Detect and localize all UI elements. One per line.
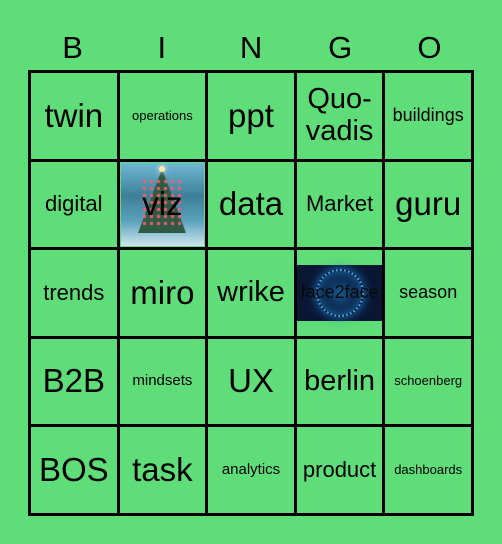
bingo-header: B I N G O [28, 28, 474, 68]
bingo-cell[interactable]: miro [119, 250, 206, 336]
cell-text: Quo-vadis [305, 82, 374, 147]
bingo-cell[interactable]: product [296, 427, 383, 513]
bingo-cell[interactable]: task [119, 427, 206, 513]
bingo-cell[interactable]: season [385, 250, 471, 336]
cell-text: product [302, 457, 377, 483]
cell-text: UX [228, 362, 274, 400]
cell-text: mindsets [132, 372, 193, 390]
cell-text: miro [130, 273, 195, 311]
cell-text: schoenberg [394, 373, 463, 389]
bingo-cell[interactable]: face2face [296, 250, 383, 336]
cell-text: analytics [221, 460, 281, 478]
bingo-cell[interactable]: schoenberg [385, 338, 471, 425]
bingo-card-grid: twin operations ppt Quo-vadis buildings digit… [28, 70, 474, 516]
bingo-cell[interactable]: trends [31, 250, 117, 336]
bingo-cell[interactable]: berlin [296, 338, 383, 425]
cell-text: buildings [392, 104, 464, 125]
bingo-cell[interactable]: data [208, 161, 294, 248]
cell-text: B2B [42, 362, 105, 400]
cell-text: season [399, 282, 458, 303]
cell-text: BOS [38, 451, 109, 489]
bingo-cell[interactable]: guru [385, 161, 471, 248]
cell-text: operations [132, 107, 193, 123]
cell-text: guru [395, 185, 462, 223]
bingo-cell[interactable]: digital [31, 161, 117, 248]
header-letter-o: O [417, 30, 442, 65]
header-letter-g: G [328, 30, 353, 65]
cell-text: dashboards [394, 462, 463, 478]
bingo-cell[interactable]: twin [31, 73, 117, 159]
cell-text: twin [44, 96, 104, 134]
header-letter-i: I [157, 30, 167, 65]
bingo-cell[interactable]: analytics [208, 427, 294, 513]
bingo-cell[interactable]: B2B [31, 338, 117, 425]
bingo-cell[interactable]: Quo-vadis [296, 73, 383, 159]
cell-text: trends [43, 279, 105, 305]
cell-text: face2face [300, 282, 379, 303]
bingo-cell[interactable]: ppt [208, 73, 294, 159]
bingo-cell[interactable]: buildings [385, 73, 471, 159]
cell-text: berlin [304, 364, 376, 397]
cell-text: wrike [217, 276, 285, 309]
bingo-cell[interactable]: BOS [31, 427, 117, 513]
cell-text: ppt [228, 96, 274, 134]
bingo-cell[interactable]: mindsets [119, 338, 206, 425]
cell-text: task [132, 451, 193, 489]
bingo-cell[interactable]: wrike [208, 250, 294, 336]
bingo-cell[interactable]: UX [208, 338, 294, 425]
cell-text: Market [305, 191, 374, 217]
bingo-cell[interactable]: viz [119, 161, 206, 248]
bingo-cell[interactable]: Market [296, 161, 383, 248]
cell-text: data [218, 185, 284, 223]
bingo-cell[interactable]: operations [119, 73, 206, 159]
header-letter-b: B [62, 30, 83, 65]
bingo-cell[interactable]: dashboards [385, 427, 471, 513]
cell-text: digital [45, 191, 103, 217]
header-letter-n: N [239, 30, 263, 65]
cell-text: viz [142, 185, 183, 223]
